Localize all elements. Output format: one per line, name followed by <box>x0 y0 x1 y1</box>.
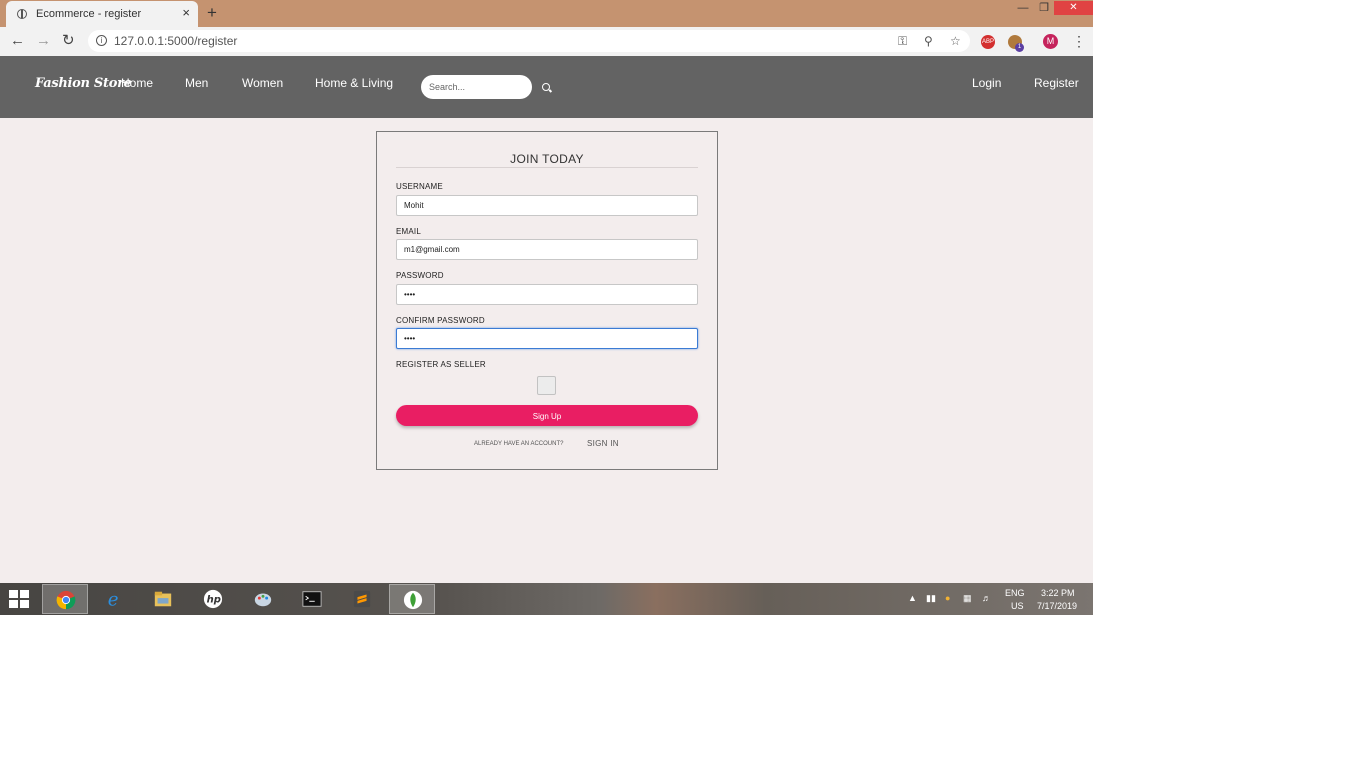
volume-icon[interactable]: ♬ <box>982 593 991 603</box>
sign-in-link[interactable]: SIGN IN <box>587 439 619 448</box>
folder-icon <box>154 591 172 607</box>
new-tab-button[interactable]: + <box>207 4 217 22</box>
nav-link-men[interactable]: Men <box>185 76 208 90</box>
back-icon[interactable]: ← <box>10 32 25 50</box>
already-account-text: ALREADY HAVE AN ACCOUNT? <box>474 441 564 447</box>
mongodb-icon <box>403 590 423 610</box>
browser-tab[interactable]: Ecommerce - register × <box>6 1 198 27</box>
form-title: JOIN TODAY <box>510 152 584 166</box>
brand-logo[interactable]: Fashion Store <box>35 76 132 91</box>
seller-checkbox[interactable] <box>537 376 556 395</box>
close-window-button[interactable]: ✕ <box>1054 1 1093 15</box>
url-text[interactable]: 127.0.0.1:5000/register <box>114 34 237 48</box>
taskbar-sublime[interactable] <box>339 584 385 614</box>
password-label: PASSWORD <box>396 271 444 280</box>
minimize-window-button[interactable]: — <box>1015 1 1031 15</box>
language-indicator[interactable]: ENG <box>1005 588 1025 598</box>
email-field[interactable] <box>396 239 698 260</box>
profile-avatar[interactable]: M <box>1043 34 1058 49</box>
extension-badge: 1 <box>1015 43 1024 52</box>
taskbar-cmd[interactable] <box>289 584 335 614</box>
taskbar-paint[interactable] <box>240 584 286 614</box>
search-input[interactable] <box>421 75 532 99</box>
taskbar-hp[interactable]: hp <box>190 584 236 614</box>
confirm-password-label: CONFIRM PASSWORD <box>396 316 485 325</box>
battery-icon[interactable]: ▦ <box>963 593 972 603</box>
screen: Ecommerce - register × + — ❐ ✕ ← → ↻ i 1… <box>0 0 1093 615</box>
site-navbar: Fashion Store Home Men Women Home & Livi… <box>0 56 1093 118</box>
nav-link-home[interactable]: Home <box>121 76 153 90</box>
terminal-icon <box>302 591 322 607</box>
svg-text:hp: hp <box>207 595 221 606</box>
nav-link-women[interactable]: Women <box>242 76 283 90</box>
restore-window-button[interactable]: ❐ <box>1036 1 1052 15</box>
taskbar-mongodb[interactable] <box>389 584 435 614</box>
internet-explorer-icon: e <box>108 589 119 609</box>
browser-tab-strip: Ecommerce - register × + — ❐ ✕ <box>0 0 1093 27</box>
search-icon[interactable] <box>542 83 550 91</box>
username-label: USERNAME <box>396 182 443 191</box>
nav-link-home-living[interactable]: Home & Living <box>315 76 393 90</box>
nav-link-register[interactable]: Register <box>1034 76 1079 90</box>
paint-icon <box>254 593 272 607</box>
close-tab-icon[interactable]: × <box>182 6 190 20</box>
key-icon[interactable]: ⚿ <box>898 35 907 47</box>
title-divider <box>396 167 698 168</box>
globe-icon <box>17 9 27 19</box>
register-card: JOIN TODAY USERNAME EMAIL PASSWORD CONFI… <box>376 131 718 470</box>
windows-start-icon[interactable] <box>9 590 29 608</box>
seller-label: REGISTER AS SELLER <box>396 360 486 369</box>
reload-icon[interactable]: ↻ <box>62 32 75 50</box>
clock-date[interactable]: 7/17/2019 <box>1037 601 1077 611</box>
nav-link-login[interactable]: Login <box>972 76 1001 90</box>
region-indicator[interactable]: US <box>1011 601 1024 611</box>
sublime-text-icon <box>353 590 371 608</box>
taskbar-ie[interactable]: e <box>92 584 138 614</box>
password-field[interactable] <box>396 284 698 305</box>
taskbar-chrome[interactable] <box>42 584 88 614</box>
username-field[interactable] <box>396 195 698 216</box>
show-hidden-icons[interactable]: ▲ <box>908 593 917 603</box>
address-bar[interactable]: i 127.0.0.1:5000/register ⚿ ⚲ ☆ <box>88 30 970 52</box>
sign-up-button[interactable]: Sign Up <box>396 405 698 426</box>
chrome-icon <box>56 590 76 610</box>
taskbar-file-explorer[interactable] <box>140 584 186 614</box>
email-label: EMAIL <box>396 227 422 236</box>
browser-menu-icon[interactable]: ⋮ <box>1072 33 1086 49</box>
tab-title: Ecommerce - register <box>36 8 142 20</box>
clock-time[interactable]: 3:22 PM <box>1041 588 1075 598</box>
chrome-tray-icon[interactable]: ● <box>945 593 950 603</box>
network-signal-icon[interactable]: ▮▮ <box>926 593 936 603</box>
hp-icon: hp <box>203 589 223 609</box>
adblock-extension-icon[interactable]: ABP <box>981 35 995 49</box>
confirm-password-field[interactable] <box>396 328 698 349</box>
site-info-icon[interactable]: i <box>96 35 107 46</box>
taskbar: e hp ▲ ▮▮ ● ▦ ♬ ENG US 3:22 PM 7/17/2019 <box>0 583 1093 615</box>
bookmark-star-icon[interactable]: ☆ <box>950 35 961 47</box>
browser-toolbar: ← → ↻ i 127.0.0.1:5000/register ⚿ ⚲ ☆ <box>0 27 1093 56</box>
zoom-icon[interactable]: ⚲ <box>924 35 933 47</box>
svg-text:e: e <box>108 589 119 609</box>
forward-icon[interactable]: → <box>36 32 51 50</box>
